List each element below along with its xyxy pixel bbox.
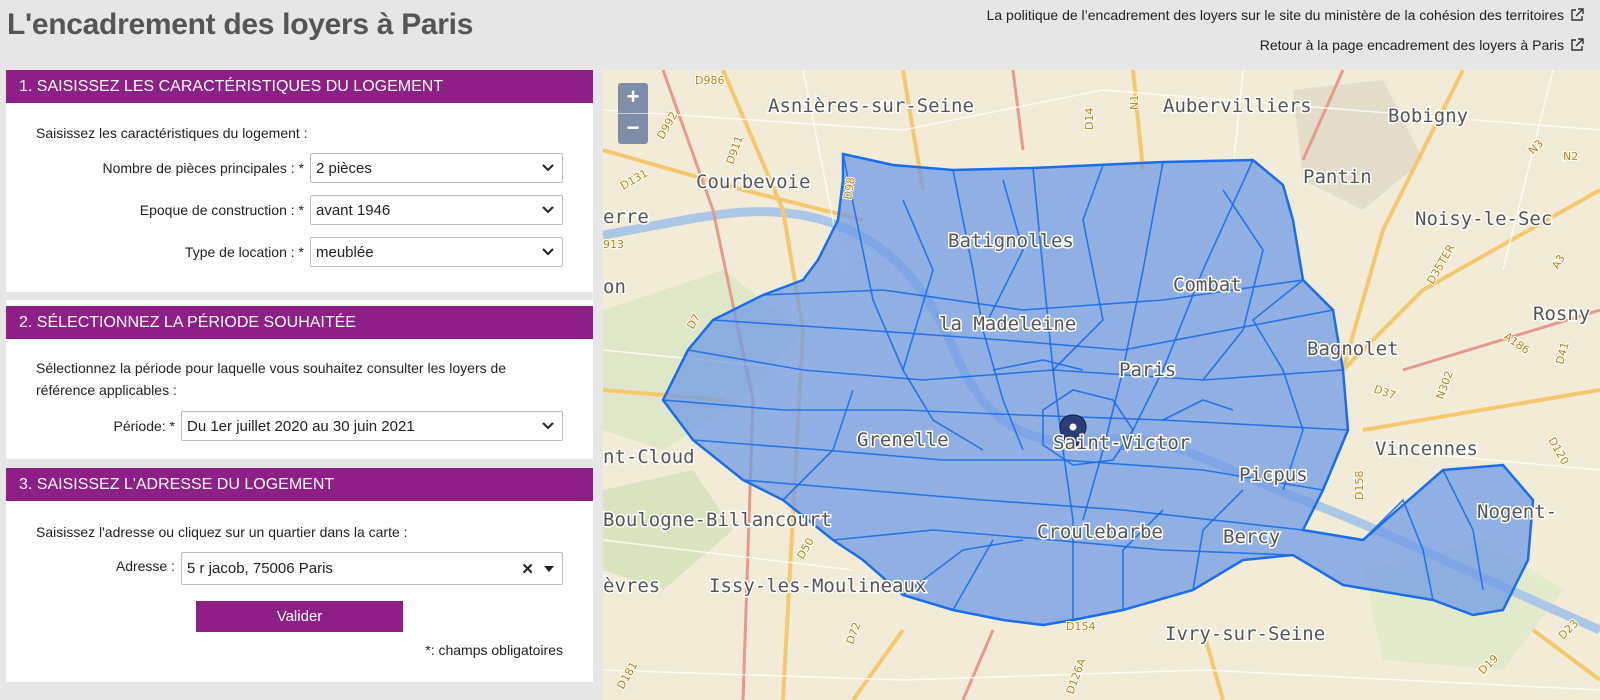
type-select[interactable]: meublée [310,237,563,267]
adresse-value: 5 r jacob, 75006 Paris [187,560,333,577]
section-2-intro: Sélectionnez la période pour laquelle vo… [36,360,507,398]
retour-link-label: Retour à la page encadrement des loyers … [1259,37,1564,53]
place-label: Grenelle [857,429,949,451]
retour-link[interactable]: Retour à la page encadrement des loyers … [1260,37,1584,53]
clear-icon[interactable]: ✕ [521,560,534,578]
valider-button[interactable]: Valider [196,601,403,632]
section-2-title: 2. SÉLECTIONNEZ LA PÉRIODE SOUHAITÉE [6,306,593,339]
road-label: D14 [1083,108,1096,130]
required-note: *: champs obligatoires [425,642,563,658]
epoque-value: avant 1946 [316,201,391,219]
chevron-down-icon [542,164,554,172]
epoque-select[interactable]: avant 1946 [310,195,563,225]
place-label: Ivry-sur-Seine [1165,623,1325,645]
type-value: meublée [316,243,374,261]
external-link-icon [1571,8,1584,21]
periode-value: Du 1er juillet 2020 au 30 juin 2021 [187,417,415,435]
place-label: Croulebarbe [1037,521,1163,543]
place-label: Batignolles [948,230,1074,252]
pieces-value: 2 pièces [316,159,372,177]
map[interactable]: Asnières-sur-Seine Aubervilliers Bobigny… [603,70,1600,700]
place-label: Noisy-le-Sec [1415,208,1552,230]
chevron-down-icon [542,248,554,256]
place-label: èvres [603,575,660,597]
place-label: erre [603,206,649,228]
place-label: on [603,276,626,298]
ministere-link-label: La politique de l’encadrement des loyers… [986,7,1564,23]
adresse-input[interactable]: 5 r jacob, 75006 Paris ✕ [181,552,563,585]
road-label: 913 [603,238,624,251]
pieces-label: Nombre de pièces principales : * [102,160,304,176]
road-label: D986 [695,74,724,87]
place-label: Boulogne-Billancourt [603,509,832,531]
caret-down-icon[interactable] [544,565,554,572]
periode-label: Période: * [113,418,175,434]
place-label: Picpus [1239,464,1308,486]
zoom-out-button[interactable]: − [618,114,648,144]
type-label: Type de location : * [184,244,304,260]
place-label: Saint-Victor [1053,432,1190,454]
place-label: Courbevoie [696,171,810,193]
pieces-select[interactable]: 2 pièces [310,153,563,183]
place-label: Bercy [1223,526,1280,548]
external-link-icon [1571,38,1584,51]
place-label: Asnières-sur-Seine [768,95,974,117]
place-label: Pantin [1303,166,1372,188]
periode-select[interactable]: Du 1er juillet 2020 au 30 juin 2021 [181,411,563,441]
road-label: N1 [1128,95,1141,110]
place-label: Rosny [1533,303,1590,325]
section-caracteristiques: 1. SAISISSEZ LES CARACTÉRISTIQUES DU LOG… [6,70,593,292]
basemap: Asnières-sur-Seine Aubervilliers Bobigny… [603,70,1600,700]
ministere-link[interactable]: La politique de l’encadrement des loyers… [987,7,1584,23]
place-label: Vincennes [1375,438,1478,460]
place-label: Paris [1119,359,1176,381]
section-3-intro: Saisissez l'adresse ou cliquez sur un qu… [36,524,408,540]
place-label: la Madeleine [939,313,1076,335]
road-label: N2 [1563,150,1578,163]
zoom-in-button[interactable]: + [618,83,648,114]
chevron-down-icon [542,422,554,430]
epoque-label: Epoque de construction : * [139,202,304,218]
page-title: L'encadrement des loyers à Paris [7,8,474,41]
section-1-title: 1. SAISISSEZ LES CARACTÉRISTIQUES DU LOG… [6,70,593,103]
place-label: Issy-les-Moulineaux [709,575,926,597]
section-3-title: 3. SAISISSEZ L'ADRESSE DU LOGEMENT [6,468,593,501]
place-label: Bobigny [1388,105,1468,127]
zoom-control: + − [618,83,648,144]
place-label: nt-Cloud [603,446,695,468]
chevron-down-icon [542,206,554,214]
section-1-intro: Saisissez les caractéristiques du logeme… [36,125,308,141]
road-label: D158 [1353,471,1366,500]
place-label: Bagnolet [1307,338,1399,360]
place-label: Aubervilliers [1163,95,1312,117]
section-periode: 2. SÉLECTIONNEZ LA PÉRIODE SOUHAITÉE Sél… [6,300,593,459]
road-label: D154 [1066,620,1095,633]
place-label: Combat [1173,274,1242,296]
place-label: Nogent- [1477,501,1557,523]
adresse-label: Adresse : [115,558,175,574]
section-adresse: 3. SAISISSEZ L'ADRESSE DU LOGEMENT Saisi… [6,468,593,682]
